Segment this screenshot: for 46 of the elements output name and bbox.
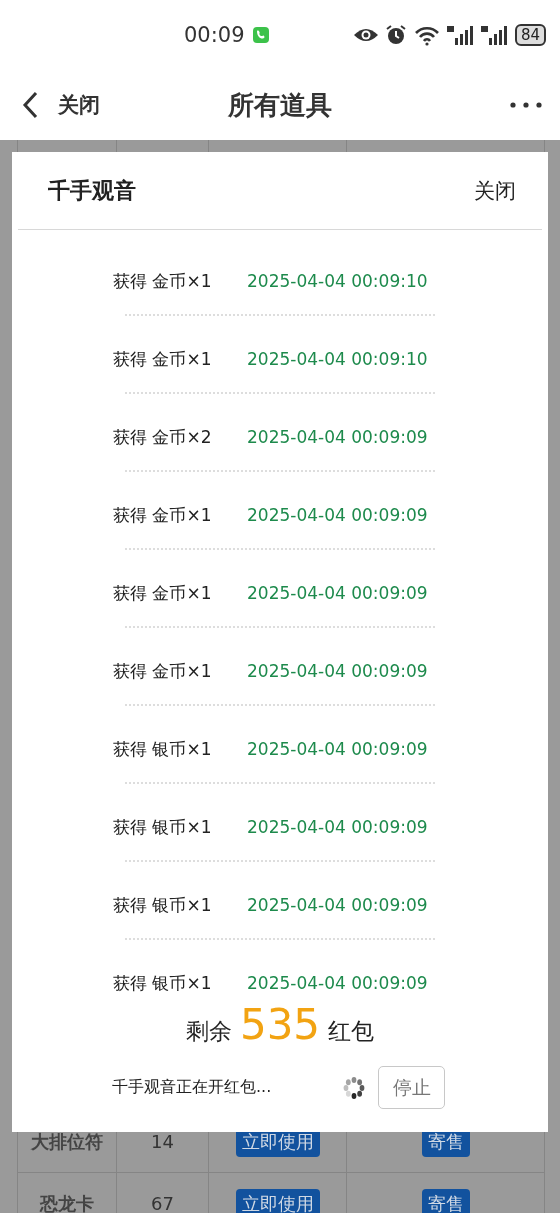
reward-text: 获得 银币×1 (113, 738, 213, 761)
reward-text: 获得 银币×1 (113, 816, 213, 839)
reward-text: 获得 金币×1 (113, 270, 213, 293)
reward-text: 获得 金币×1 (113, 660, 213, 683)
reward-time: 2025-04-04 00:09:09 (247, 504, 428, 527)
more-icon[interactable] (510, 102, 542, 108)
page-title: 所有道具 (228, 88, 332, 122)
stop-button[interactable]: 停止 (378, 1066, 445, 1109)
back-button[interactable]: 关闭 (22, 91, 100, 119)
reward-text: 获得 银币×1 (113, 972, 213, 995)
sell-button[interactable]: 寄售 (421, 1188, 470, 1213)
signal-icon (446, 24, 475, 46)
reward-time: 2025-04-04 00:09:10 (247, 270, 428, 293)
item-name: 大排位符 (31, 1129, 103, 1154)
reward-text: 获得 银币×1 (113, 894, 213, 917)
reward-time: 2025-04-04 00:09:09 (247, 816, 428, 839)
battery-level: 84 (514, 24, 546, 46)
eye-icon (352, 27, 379, 43)
reward-text: 获得 金币×2 (113, 426, 213, 449)
reward-time: 2025-04-04 00:09:10 (247, 348, 428, 371)
dialog-title: 千手观音 (48, 176, 136, 205)
alarm-icon (384, 24, 407, 46)
reward-time: 2025-04-04 00:09:09 (247, 582, 428, 605)
remaining-unit: 红包 (328, 1017, 375, 1046)
item-count: 14 (151, 1131, 174, 1152)
phone-call-icon (252, 27, 269, 43)
close-button[interactable]: 关闭 (474, 176, 516, 205)
reward-time: 2025-04-04 00:09:09 (247, 738, 428, 761)
use-button[interactable]: 立即使用 (235, 1188, 320, 1213)
status-time: 00:09 (184, 23, 245, 47)
reward-text: 获得 金币×1 (113, 504, 213, 527)
signal-icon (480, 24, 509, 46)
wifi-icon (412, 24, 441, 46)
reward-time: 2025-04-04 00:09:09 (247, 660, 428, 683)
progress-text: 千手观音正在开红包... (112, 1077, 273, 1098)
reward-time: 2025-04-04 00:09:09 (247, 894, 428, 917)
reward-text: 获得 金币×1 (113, 348, 213, 371)
item-count: 67 (151, 1193, 174, 1213)
loading-spinner-icon (342, 1075, 366, 1100)
reward-time: 2025-04-04 00:09:09 (247, 972, 428, 995)
back-icon (22, 91, 38, 119)
reward-text: 获得 金币×1 (113, 582, 213, 605)
remaining-label: 剩余 (185, 1017, 232, 1046)
item-name: 恐龙卡 (40, 1191, 94, 1213)
reward-time: 2025-04-04 00:09:09 (247, 426, 428, 449)
remaining-count: 535 (239, 1002, 321, 1048)
